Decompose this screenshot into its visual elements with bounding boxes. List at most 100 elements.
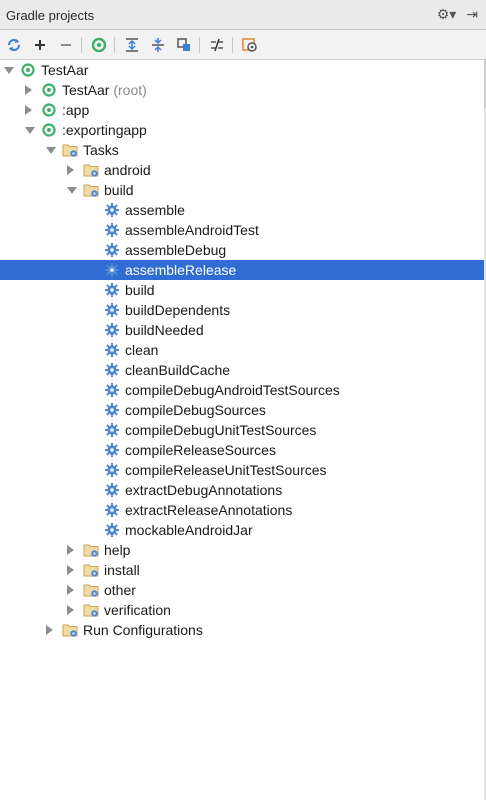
collapse-arrow-icon[interactable]: [67, 165, 74, 175]
tree-row-label: TestAar: [41, 62, 89, 78]
tree-row[interactable]: install: [0, 560, 484, 580]
tree-row[interactable]: compileDebugAndroidTestSources: [0, 380, 484, 400]
tree-row[interactable]: verification: [0, 600, 484, 620]
tree-row[interactable]: mockableAndroidJar: [0, 520, 484, 540]
task-folder-icon: [62, 142, 78, 158]
tree-row-label: mockableAndroidJar: [125, 522, 253, 538]
gradle-project-icon: [41, 82, 57, 98]
tree-row-label: Run Configurations: [83, 622, 203, 638]
tree-row[interactable]: compileDebugUnitTestSources: [0, 420, 484, 440]
tree-row[interactable]: Run Configurations: [0, 620, 484, 640]
add-icon[interactable]: [29, 34, 51, 56]
title-tools: ⚙▾ ⇥: [437, 6, 478, 23]
tree-row[interactable]: :exportingapp: [0, 120, 484, 140]
toolbar-separator: [232, 37, 233, 53]
panel-titlebar: Gradle projects ⚙▾ ⇥: [0, 0, 486, 30]
task-folder-icon: [83, 182, 99, 198]
collapse-arrow-icon[interactable]: [46, 625, 53, 635]
panel-toolbar: [0, 30, 486, 60]
task-folder-icon: [83, 562, 99, 578]
tree-row[interactable]: android: [0, 160, 484, 180]
expand-arrow-icon[interactable]: [4, 67, 14, 74]
tree-row-label: cleanBuildCache: [125, 362, 231, 378]
toolbar-separator: [199, 37, 200, 53]
gear-icon: [104, 522, 120, 538]
tree-row[interactable]: other: [0, 580, 484, 600]
tree-row[interactable]: assembleRelease: [0, 260, 484, 280]
tree-row-label: build: [104, 182, 134, 198]
tree-row[interactable]: build: [0, 180, 484, 200]
tree-row[interactable]: TestAar (root): [0, 80, 484, 100]
tree-row[interactable]: compileReleaseUnitTestSources: [0, 460, 484, 480]
tree-row-label: assemble: [125, 202, 185, 218]
tree-row-label: buildNeeded: [125, 322, 204, 338]
tree-row-label: build: [125, 282, 155, 298]
tree-row[interactable]: help: [0, 540, 484, 560]
tree-row-label: other: [104, 582, 136, 598]
collapse-arrow-icon[interactable]: [67, 545, 74, 555]
tree-row-label: install: [104, 562, 140, 578]
collapse-all-icon[interactable]: [147, 34, 169, 56]
tree-row-label: clean: [125, 342, 159, 358]
gear-icon: [104, 302, 120, 318]
tree-row[interactable]: assemble: [0, 200, 484, 220]
tree-row[interactable]: buildNeeded: [0, 320, 484, 340]
task-folder-icon: [83, 542, 99, 558]
group-modules-icon[interactable]: [173, 34, 195, 56]
tree-row[interactable]: :app: [0, 100, 484, 120]
collapse-arrow-icon[interactable]: [25, 105, 32, 115]
task-folder-icon: [83, 582, 99, 598]
gear-dropdown-icon[interactable]: ⚙▾: [437, 6, 457, 23]
refresh-icon[interactable]: [3, 34, 25, 56]
gear-icon: [104, 502, 120, 518]
tree-row[interactable]: build: [0, 280, 484, 300]
gradle-project-icon: [41, 122, 57, 138]
collapse-arrow-icon[interactable]: [67, 605, 74, 615]
tree-row[interactable]: clean: [0, 340, 484, 360]
gear-icon: [104, 282, 120, 298]
tree-row[interactable]: cleanBuildCache: [0, 360, 484, 380]
toolbar-separator: [114, 37, 115, 53]
expand-arrow-icon[interactable]: [67, 187, 77, 194]
hide-panel-icon[interactable]: ⇥: [466, 6, 478, 23]
expand-all-icon[interactable]: [121, 34, 143, 56]
tree-row-label: buildDependents: [125, 302, 231, 318]
tree-row-label: TestAar (root): [62, 82, 147, 98]
toolbar-separator: [81, 37, 82, 53]
tree-row[interactable]: Tasks: [0, 140, 484, 160]
tree-row-label: help: [104, 542, 131, 558]
tree-row-label: Tasks: [83, 142, 119, 158]
tree-row[interactable]: buildDependents: [0, 300, 484, 320]
gear-icon: [104, 402, 120, 418]
collapse-arrow-icon[interactable]: [67, 565, 74, 575]
tree-row[interactable]: assembleAndroidTest: [0, 220, 484, 240]
tree-row-label: assembleAndroidTest: [125, 222, 259, 238]
tree-row-label: compileReleaseSources: [125, 442, 276, 458]
tree-row[interactable]: assembleDebug: [0, 240, 484, 260]
task-folder-icon: [62, 622, 78, 638]
gear-icon: [104, 202, 120, 218]
gradle-project-icon: [41, 102, 57, 118]
task-folder-icon: [83, 162, 99, 178]
tree-row-label: verification: [104, 602, 171, 618]
tree-row[interactable]: compileDebugSources: [0, 400, 484, 420]
tree-row-label: extractDebugAnnotations: [125, 482, 283, 498]
tree-row[interactable]: extractReleaseAnnotations: [0, 500, 484, 520]
gradle-settings-icon[interactable]: [239, 34, 261, 56]
collapse-arrow-icon[interactable]: [25, 85, 32, 95]
offline-mode-icon[interactable]: [206, 34, 228, 56]
tree-row[interactable]: compileReleaseSources: [0, 440, 484, 460]
expand-arrow-icon[interactable]: [46, 147, 56, 154]
collapse-arrow-icon[interactable]: [67, 585, 74, 595]
execute-task-icon[interactable]: [88, 34, 110, 56]
gear-icon: [104, 242, 120, 258]
remove-icon[interactable]: [55, 34, 77, 56]
gradle-project-icon: [20, 62, 36, 78]
tree-row[interactable]: extractDebugAnnotations: [0, 480, 484, 500]
gear-icon: [104, 382, 120, 398]
expand-arrow-icon[interactable]: [25, 127, 35, 134]
gear-icon: [104, 262, 120, 278]
tree-row[interactable]: TestAar: [0, 60, 484, 80]
gear-icon: [104, 442, 120, 458]
gear-icon: [104, 422, 120, 438]
